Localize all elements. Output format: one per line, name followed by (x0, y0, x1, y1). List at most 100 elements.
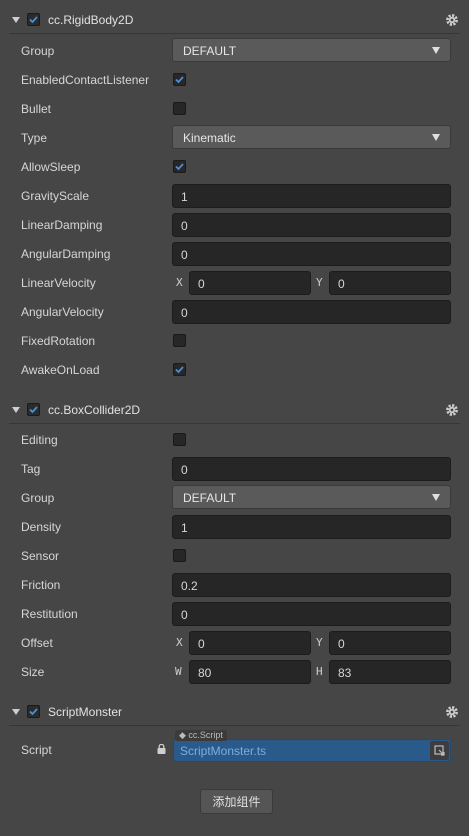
check-icon (29, 406, 38, 414)
friction-row: Friction 0.2 (0, 570, 469, 599)
fixed-rotation-row: FixedRotation (0, 326, 469, 355)
friction-input[interactable]: 0.2 (172, 573, 451, 597)
field-label: Group (21, 44, 55, 58)
component-title: cc.BoxCollider2D (48, 403, 141, 417)
chevron-down-icon[interactable] (12, 407, 20, 413)
axis-label-y: Y (316, 636, 323, 649)
awake-on-load-checkbox[interactable] (173, 363, 186, 376)
scriptmonster-header[interactable]: ScriptMonster (0, 698, 469, 726)
divider (9, 725, 460, 726)
axis-label-w: W (175, 665, 182, 678)
dropdown-arrow-icon (432, 494, 440, 501)
tag-input[interactable]: 0 (172, 457, 451, 481)
boxcollider-header[interactable]: cc.BoxCollider2D (0, 396, 469, 424)
add-component-button[interactable]: 添加组件 (200, 789, 273, 814)
field-label: AllowSleep (21, 160, 81, 174)
size-width-input[interactable]: 80 (189, 660, 311, 684)
offset-x-input[interactable]: 0 (189, 631, 311, 655)
field-label: AngularVelocity (21, 305, 104, 319)
size-row: Size W 80 H 83 (0, 657, 469, 686)
field-label: Density (21, 520, 62, 534)
sensor-checkbox[interactable] (173, 549, 186, 562)
type-row: Type Kinematic (0, 123, 469, 152)
field-label: Size (21, 665, 45, 679)
field-label: Sensor (21, 549, 60, 563)
gear-icon[interactable] (445, 13, 459, 27)
contact-listener-row: EnabledContactListener (0, 65, 469, 94)
axis-label-y: Y (316, 276, 323, 289)
sensor-row: Sensor (0, 541, 469, 570)
field-label: AngularDamping (21, 247, 111, 261)
asset-picker-icon (434, 745, 445, 756)
check-icon (29, 708, 38, 716)
angular-velocity-row: AngularVelocity 0 (0, 297, 469, 326)
field-label: EnabledContactListener (21, 73, 150, 87)
group-select[interactable]: DEFAULT (172, 38, 451, 62)
chevron-down-icon[interactable] (12, 709, 20, 715)
field-label: Friction (21, 578, 61, 592)
linear-damping-input[interactable]: 0 (172, 213, 451, 237)
angular-damping-input[interactable]: 0 (172, 242, 451, 266)
collider-group-row: Group DEFAULT (0, 483, 469, 512)
field-label: AwakeOnLoad (21, 363, 100, 377)
rigidbody-group-row: Group DEFAULT (0, 36, 469, 65)
field-label: LinearVelocity (21, 276, 96, 290)
angular-velocity-input[interactable]: 0 (172, 300, 451, 324)
editing-checkbox[interactable] (173, 433, 186, 446)
allow-sleep-row: AllowSleep (0, 152, 469, 181)
offset-row: Offset X 0 Y 0 (0, 628, 469, 657)
restitution-row: Restitution 0 (0, 599, 469, 628)
field-label: Offset (21, 636, 53, 650)
restitution-input[interactable]: 0 (172, 602, 451, 626)
editing-row: Editing (0, 425, 469, 454)
contact-listener-checkbox[interactable] (173, 73, 186, 86)
gravity-scale-input[interactable]: 1 (172, 184, 451, 208)
field-label: Group (21, 491, 55, 505)
rigidbody-enabled-checkbox[interactable] (27, 13, 40, 26)
check-icon (175, 76, 184, 84)
lock-icon (157, 744, 166, 754)
bullet-checkbox[interactable] (173, 102, 186, 115)
script-asset-field[interactable]: ScriptMonster.ts (173, 739, 451, 762)
size-height-input[interactable]: 83 (329, 660, 451, 684)
axis-label-x: X (176, 276, 183, 289)
gear-icon[interactable] (445, 403, 459, 417)
density-input[interactable]: 1 (172, 515, 451, 539)
dropdown-arrow-icon (432, 134, 440, 141)
boxcollider-enabled-checkbox[interactable] (27, 403, 40, 416)
gear-icon[interactable] (445, 705, 459, 719)
rigidbody-header[interactable]: cc.RigidBody2D (0, 6, 469, 34)
density-row: Density 1 (0, 512, 469, 541)
gravity-scale-row: GravityScale 1 (0, 181, 469, 210)
linear-velocity-row: LinearVelocity X 0 Y 0 (0, 268, 469, 297)
select-value: DEFAULT (183, 491, 237, 505)
axis-label-h: H (316, 665, 323, 678)
allow-sleep-checkbox[interactable] (173, 160, 186, 173)
linear-velocity-x-input[interactable]: 0 (189, 271, 311, 295)
script-asset-value: ScriptMonster.ts (180, 744, 267, 758)
field-label: Bullet (21, 102, 52, 116)
field-label: Restitution (21, 607, 78, 621)
group-select[interactable]: DEFAULT (172, 485, 451, 509)
bullet-row: Bullet (0, 94, 469, 123)
check-icon (175, 366, 184, 374)
awake-on-load-row: AwakeOnLoad (0, 355, 469, 384)
select-value: Kinematic (183, 131, 236, 145)
type-select[interactable]: Kinematic (172, 125, 451, 149)
divider (9, 33, 460, 34)
divider (9, 423, 460, 424)
component-title: ScriptMonster (48, 705, 123, 719)
check-icon (29, 16, 38, 24)
script-type-text: cc.Script (188, 730, 223, 740)
script-label: Script (21, 743, 52, 757)
script-type-tag: ◆ cc.Script (175, 730, 227, 741)
tag-row: Tag 0 (0, 454, 469, 483)
fixed-rotation-checkbox[interactable] (173, 334, 186, 347)
field-label: LinearDamping (21, 218, 103, 232)
linear-velocity-y-input[interactable]: 0 (329, 271, 451, 295)
asset-picker-button[interactable] (430, 741, 449, 760)
scriptmonster-enabled-checkbox[interactable] (27, 705, 40, 718)
axis-label-x: X (176, 636, 183, 649)
chevron-down-icon[interactable] (12, 17, 20, 23)
offset-y-input[interactable]: 0 (329, 631, 451, 655)
